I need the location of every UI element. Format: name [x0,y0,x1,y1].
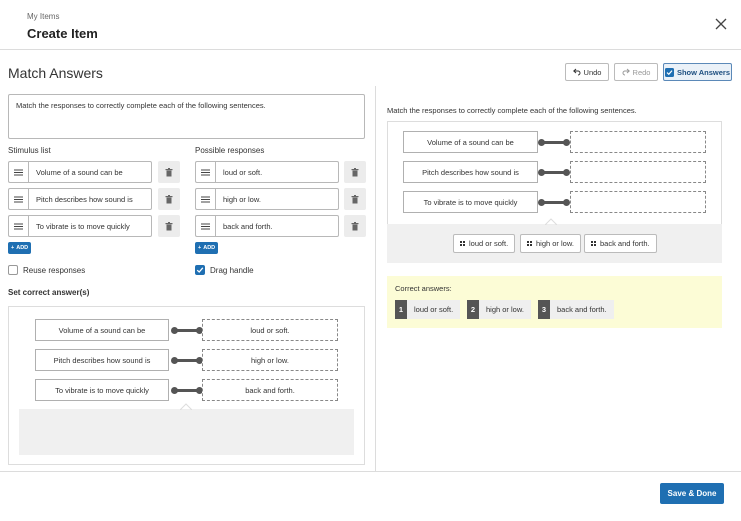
preview-stem: Match the responses to correctly complet… [387,106,637,115]
stimulus-input[interactable]: Pitch describes how sound is [28,188,152,210]
stimulus-row: Volume of a sound can be [8,161,152,183]
drag-handle-icon[interactable] [8,161,28,183]
breadcrumb[interactable]: My Items [27,12,59,21]
response-chip[interactable]: loud or soft. [453,234,516,253]
preview-stimulus-item: Volume of a sound can be [403,131,538,153]
stimulus-input[interactable]: Volume of a sound can be [28,161,152,183]
page-title: Create Item [27,26,98,41]
correct-answers-panel: Correct answers: 1 loud or soft. 2 high … [387,276,722,328]
drag-dots-icon [591,241,596,246]
response-chip[interactable]: high or low. [520,234,581,253]
response-row: high or low. [195,188,339,210]
answer-text: high or low. [486,305,524,314]
plus-icon: + [198,245,202,251]
stimulus-item: To vibrate is to move quickly [35,379,169,401]
save-done-button[interactable]: Save & Done [660,483,724,504]
drag-dots-icon [460,241,465,246]
trash-icon[interactable] [158,215,180,237]
drag-handle-icon[interactable] [8,215,28,237]
footer-divider [0,471,741,472]
response-input[interactable]: back and forth. [215,215,339,237]
answer-text: back and forth. [557,305,607,314]
undo-label: Undo [583,67,602,77]
question-stem-editor[interactable]: Match the responses to correctly complet… [8,94,365,139]
preview-drop-target[interactable] [570,131,706,153]
drag-handle-icon[interactable] [195,215,215,237]
preview-stimulus-item: Pitch describes how sound is [403,161,538,183]
response-row: back and forth. [195,215,339,237]
trash-icon[interactable] [344,188,366,210]
panel-divider [375,86,376,471]
response-chip[interactable]: back and forth. [584,234,657,253]
redo-icon [622,68,630,76]
reuse-responses-option[interactable]: Reuse responses [8,265,85,275]
answer-number: 3 [538,300,550,319]
stimulus-row: Pitch describes how sound is [8,188,152,210]
stimulus-item: Pitch describes how sound is [35,349,169,371]
stimulus-item: Volume of a sound can be [35,319,169,341]
answer-number: 2 [467,300,479,319]
preview-stimulus-item: To vibrate is to move quickly [403,191,538,213]
trash-icon[interactable] [158,161,180,183]
stimulus-input[interactable]: To vibrate is to move quickly [28,215,152,237]
drag-handle-icon[interactable] [195,161,215,183]
redo-label: Redo [632,67,651,77]
drag-handle-checkbox[interactable] [195,265,205,275]
reuse-responses-label: Reuse responses [23,265,86,275]
reuse-responses-checkbox[interactable] [8,265,18,275]
response-row: loud or soft. [195,161,339,183]
correct-answer-item: 2 high or low. [467,300,531,319]
connector-dot [563,169,570,176]
correct-answer-item: 3 back and forth. [538,300,614,319]
checkbox-checked-icon [664,67,674,77]
stimulus-row: To vibrate is to move quickly [8,215,152,237]
drag-handle-label: Drag handle [210,265,254,275]
connector-dot [563,139,570,146]
close-icon[interactable] [713,16,729,32]
response-input[interactable]: loud or soft. [215,161,339,183]
add-stimulus-button[interactable]: + ADD [8,242,32,254]
stimulus-list-label: Stimulus list [8,146,51,155]
header-divider [0,49,741,50]
redo-button[interactable]: Redo [614,63,658,81]
response-tray [19,409,354,455]
drag-handle-icon[interactable] [8,188,28,210]
connector-dot [563,199,570,206]
tray-pointer [180,403,192,410]
show-answers-label: Show Answers [676,67,731,77]
answer-number: 1 [395,300,407,319]
preview-drop-target[interactable] [570,191,706,213]
drag-handle-option[interactable]: Drag handle [195,265,254,275]
correct-answers-label: Correct answers: [395,284,452,293]
trash-icon[interactable] [344,161,366,183]
drop-target[interactable]: back and forth. [202,379,338,401]
tray-pointer [545,218,557,225]
undo-button[interactable]: Undo [565,63,609,81]
section-title: Match Answers [8,65,103,81]
drag-dots-icon [527,241,532,246]
drop-target[interactable]: loud or soft. [202,319,338,341]
drag-handle-icon[interactable] [195,188,215,210]
response-input[interactable]: high or low. [215,188,339,210]
preview-drop-target[interactable] [570,161,706,183]
correct-answer-item: 1 loud or soft. [395,300,461,319]
undo-icon [572,68,581,76]
trash-icon[interactable] [158,188,180,210]
set-correct-answers-label: Set correct answer(s) [8,288,90,297]
answer-text: loud or soft. [414,305,454,314]
drop-target[interactable]: high or low. [202,349,338,371]
show-answers-button[interactable]: Show Answers [663,63,732,81]
add-response-button[interactable]: + ADD [195,242,219,254]
possible-responses-label: Possible responses [195,146,265,155]
trash-icon[interactable] [344,215,366,237]
plus-icon: + [11,245,15,251]
